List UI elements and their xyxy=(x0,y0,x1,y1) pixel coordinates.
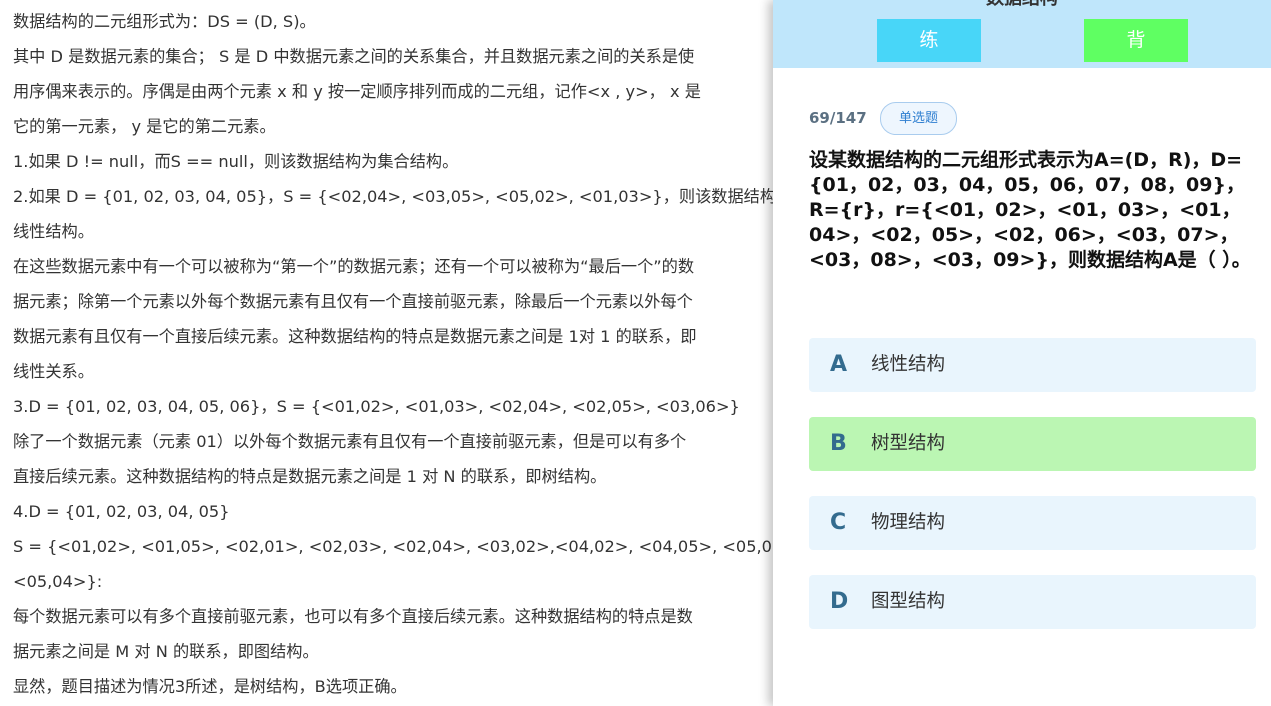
explanation-line: 线性结构。 xyxy=(13,222,94,241)
explanation-line: 其中 D 是数据元素的集合； S 是 D 中数据元素之间的关系集合，并且数据元素… xyxy=(13,47,695,66)
explanation-line: 据元素；除第一个元素以外每个数据元素有且仅有一个直接前驱元素，除最后一个元素以外… xyxy=(13,292,693,311)
option-text: 树型结构 xyxy=(871,433,946,454)
explanation-line: 线性关系。 xyxy=(13,362,94,381)
quiz-panel: 数据结构 练 背 69/147 单选题 设某数据结构的二元组形式表示为A=(D，… xyxy=(773,0,1271,706)
option-a[interactable]: A 线性结构 xyxy=(809,338,1256,392)
explanation-line: 4.D = {01, 02, 03, 04, 05} xyxy=(13,502,230,521)
option-c[interactable]: C 物理结构 xyxy=(809,496,1256,550)
option-letter: B xyxy=(830,431,847,456)
explanation-line: 除了一个数据元素（元素 01）以外每个数据元素有且仅有一个直接前驱元素，但是可以… xyxy=(13,432,687,451)
question-text: 设某数据结构的二元组形式表示为A=(D，R)，D={01，02，03，04，05… xyxy=(809,149,1251,271)
option-letter: C xyxy=(830,510,847,535)
option-letter: D xyxy=(830,589,849,614)
question-type-badge: 单选题 xyxy=(880,102,957,135)
panel-title: 数据结构 xyxy=(773,0,1271,10)
explanation-line: 每个数据元素可以有多个直接前驱元素，也可以有多个直接后续元素。这种数据结构的特点… xyxy=(13,607,693,626)
explanation-line: 直接后续元素。这种数据结构的特点是数据元素之间是 1 对 N 的联系，即树结构。 xyxy=(13,467,607,486)
explanation-pane: 数据结构的二元组形式为：DS = (D, S)。 其中 D 是数据元素的集合； … xyxy=(0,0,773,706)
panel-header: 数据结构 练 背 xyxy=(773,0,1271,68)
explanation-line: 2.如果 D = {01, 02, 03, 04, 05}，S = {<02,0… xyxy=(13,187,773,206)
option-text: 图型结构 xyxy=(871,591,946,612)
explanation-line: <05,04>}: xyxy=(13,572,103,591)
option-text: 线性结构 xyxy=(871,354,946,375)
explanation-line: 它的第一元素， y 是它的第二元素。 xyxy=(13,117,276,136)
explanation-line: S = {<01,02>, <01,05>, <02,01>, <02,03>,… xyxy=(13,537,773,556)
explanation-line: 数据元素有且仅有一个直接后续元素。这种数据结构的特点是数据元素之间是 1对 1 … xyxy=(13,327,697,346)
explanation-line: 1.如果 D != null，而S == null，则该数据结构为集合结构。 xyxy=(13,152,459,171)
explanation-line: 在这些数据元素中有一个可以被称为“第一个”的数据元素；还有一个可以被称为“最后一… xyxy=(13,257,695,276)
option-b[interactable]: B 树型结构 xyxy=(809,417,1256,471)
recite-mode-button[interactable]: 背 xyxy=(1084,19,1188,62)
explanation-line: 显然，题目描述为情况3所述，是树结构，B选项正确。 xyxy=(13,677,407,696)
explanation-line: 据元素之间是 M 对 N 的联系，即图结构。 xyxy=(13,642,319,661)
question-counter: 69/147 xyxy=(809,109,867,127)
option-text: 物理结构 xyxy=(871,512,946,533)
option-letter: A xyxy=(830,352,848,377)
option-d[interactable]: D 图型结构 xyxy=(809,575,1256,629)
explanation-line: 数据结构的二元组形式为：DS = (D, S)。 xyxy=(13,12,316,31)
explanation-line: 3.D = {01, 02, 03, 04, 05, 06}，S = {<01,… xyxy=(13,397,740,416)
practice-mode-button[interactable]: 练 xyxy=(877,19,981,62)
explanation-line: 用序偶来表示的。序偶是由两个元素 x 和 y 按一定顺序排列而成的二元组，记作<… xyxy=(13,82,701,101)
